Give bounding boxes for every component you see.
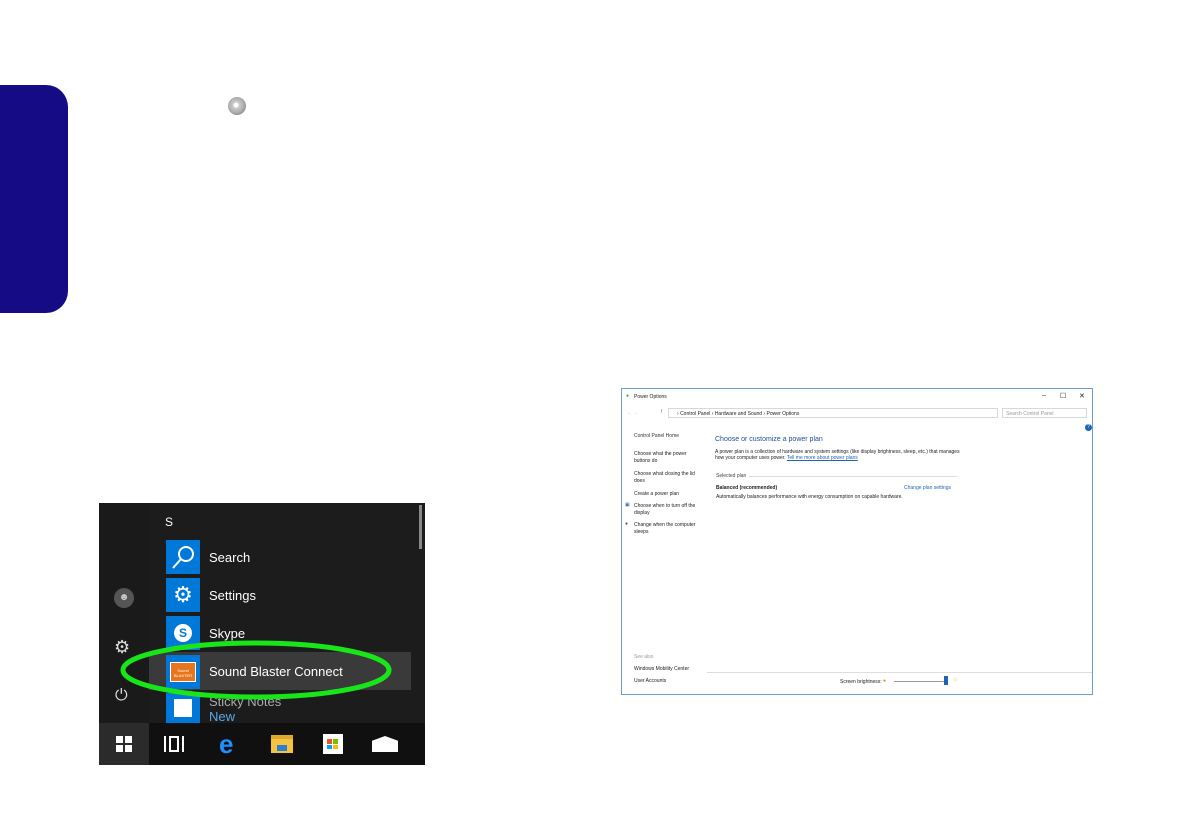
- power-options-window: ● Power Options – ☐ ✕ ← → ↑ › Control Pa…: [621, 388, 1093, 695]
- change-plan-settings-link[interactable]: Change plan settings: [904, 485, 951, 491]
- up-button[interactable]: ↑: [660, 409, 663, 415]
- brightness-slider-thumb[interactable]: [944, 676, 948, 685]
- search-control-panel-input[interactable]: Search Control Panel: [1002, 408, 1087, 418]
- start-menu: S ☻ ⚙ ⏻ Search ⚙ Settings S Skype Sound …: [99, 503, 425, 765]
- footer-divider: [707, 672, 1092, 673]
- brightness-slider[interactable]: [894, 681, 946, 682]
- display-icon: ▣: [625, 502, 630, 508]
- breadcrumb: › Control Panel › Hardware and Sound › P…: [677, 411, 800, 417]
- help-icon[interactable]: ?: [1085, 424, 1092, 431]
- crumb-control-panel[interactable]: Control Panel: [680, 411, 710, 417]
- sidebar-power-buttons[interactable]: Choose what the power buttons do: [634, 451, 702, 465]
- sidebar-display[interactable]: Choose when to turn off the display: [634, 503, 702, 517]
- plan-description: Automatically balances performance with …: [716, 494, 903, 500]
- back-forward-buttons[interactable]: ← →: [627, 410, 638, 416]
- disc-icon: [228, 97, 246, 115]
- crumb-power-options[interactable]: Power Options: [767, 411, 800, 417]
- maximize-button[interactable]: ☐: [1060, 392, 1066, 400]
- sidebar-lid[interactable]: Choose what closing the lid does: [634, 471, 702, 485]
- crumb-hardware-sound[interactable]: Hardware and Sound: [715, 411, 762, 417]
- window-title: Power Options: [634, 394, 667, 400]
- plan-name: Balanced (recommended): [716, 485, 778, 491]
- page-heading: Choose or customize a power plan: [715, 436, 823, 443]
- minimize-button[interactable]: –: [1042, 392, 1046, 399]
- windows-mobility-center-link[interactable]: Windows Mobility Center: [634, 666, 689, 672]
- user-accounts-link[interactable]: User Accounts: [634, 678, 666, 684]
- sidebar-control-panel-home[interactable]: Control Panel Home: [634, 433, 679, 439]
- description: A power plan is a collection of hardware…: [715, 449, 960, 461]
- divider: [749, 476, 957, 477]
- brightness-label: Screen brightness:: [840, 679, 882, 685]
- close-button[interactable]: ✕: [1079, 392, 1085, 400]
- see-also-label: See also: [634, 654, 654, 660]
- power-icon: ●: [626, 393, 630, 399]
- highlight-ellipse: [120, 640, 392, 700]
- sidebar-create-plan[interactable]: Create a power plan: [634, 491, 679, 497]
- selected-plan-label: Selected plan: [716, 473, 747, 479]
- dim-sun-icon: ●: [883, 678, 887, 684]
- chapter-tab: [0, 85, 68, 313]
- sidebar-sleep[interactable]: Change when the computer sleeps: [634, 522, 706, 536]
- sleep-icon: ●: [625, 521, 629, 527]
- bright-sun-icon: ☼: [952, 676, 959, 683]
- learn-more-link[interactable]: Tell me more about power plans: [787, 455, 858, 461]
